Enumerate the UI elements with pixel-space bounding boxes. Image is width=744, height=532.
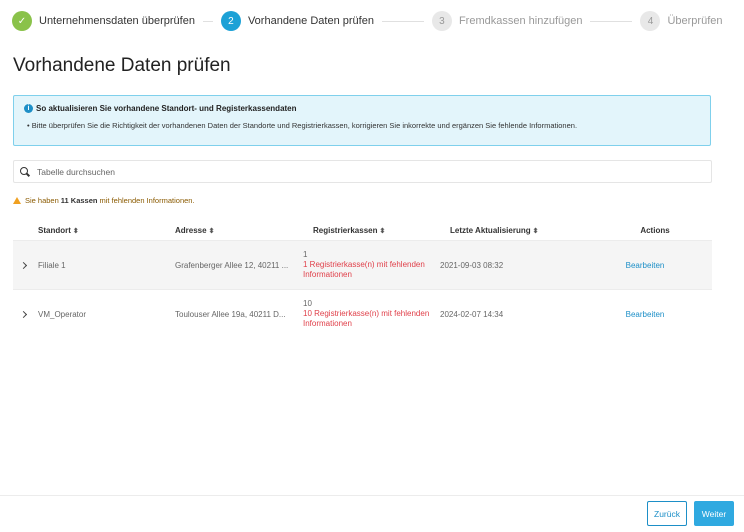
cell-adresse: Toulouser Allee 19a, 40211 D... bbox=[175, 309, 286, 319]
table-search[interactable] bbox=[13, 160, 712, 183]
step-4-label: Überprüfen bbox=[667, 15, 723, 27]
info-text: • Bitte überprüfen Sie die Richtigkeit d… bbox=[27, 121, 578, 130]
cell-standort: VM_Operator bbox=[38, 309, 87, 319]
info-header: i So aktualisieren Sie vorhandene Stando… bbox=[24, 104, 700, 113]
chevron-right-icon bbox=[19, 261, 28, 269]
column-header-standort[interactable]: Standort ⬍ bbox=[38, 226, 175, 235]
expand-row-button[interactable] bbox=[13, 261, 38, 270]
chevron-right-icon bbox=[19, 310, 28, 318]
edit-link[interactable]: Bearbeiten bbox=[626, 310, 665, 319]
step-3-number: 3 bbox=[431, 11, 452, 31]
sort-icon: ⬍ bbox=[532, 227, 539, 235]
search-input[interactable] bbox=[37, 166, 637, 177]
expand-row-button[interactable] bbox=[13, 310, 38, 319]
column-header-aktualisierung[interactable]: Letzte Aktualisierung ⬍ bbox=[450, 226, 605, 235]
sort-icon: ⬍ bbox=[72, 227, 79, 235]
sort-icon: ⬍ bbox=[208, 227, 215, 235]
step-1: ✓ Unternehmensdaten überprüfen bbox=[12, 11, 195, 31]
cell-actions: Bearbeiten bbox=[595, 310, 695, 319]
kassen-missing: 1 Registrierkasse(n) mit fehlenden Infor… bbox=[303, 260, 425, 279]
next-button[interactable]: Weiter bbox=[694, 501, 734, 526]
locations-table: Standort ⬍ Adresse ⬍ Registrierkassen ⬍ Let… bbox=[13, 220, 712, 338]
step-divider bbox=[202, 20, 213, 22]
page-title: Vorhandene Daten prüfen bbox=[13, 55, 231, 76]
cell-registrierkassen: 1 1 Registrierkasse(n) mit fehlenden Inf… bbox=[303, 250, 440, 280]
info-title: So aktualisieren Sie vorhandene Standort… bbox=[36, 104, 297, 113]
cell-registrierkassen: 10 10 Registrierkasse(n) mit fehlenden I… bbox=[303, 299, 440, 329]
cell-actions: Bearbeiten bbox=[595, 261, 695, 270]
search-icon bbox=[20, 166, 30, 177]
step-divider bbox=[590, 20, 633, 22]
step-4-number: 4 bbox=[640, 11, 661, 31]
step-3-label: Fremdkassen hinzufügen bbox=[458, 15, 583, 27]
table-row: VM_Operator Toulouser Allee 19a, 40211 D… bbox=[13, 289, 712, 338]
footer-divider bbox=[0, 495, 744, 496]
step-4: 4 Überprüfen bbox=[640, 11, 723, 31]
missing-info-warning: Sie haben 11 Kassen mit fehlenden Inform… bbox=[13, 196, 195, 205]
table-row: Filiale 1 Grafenberger Allee 12, 40211 .… bbox=[13, 240, 712, 289]
column-header-registrierkassen[interactable]: Registrierkassen ⬍ bbox=[313, 226, 450, 235]
cell-adresse: Grafenberger Allee 12, 40211 ... bbox=[175, 260, 289, 270]
warning-prefix: Sie haben bbox=[25, 196, 59, 205]
step-3: 3 Fremdkassen hinzufügen bbox=[431, 11, 583, 31]
step-2: 2 Vorhandene Daten prüfen bbox=[220, 11, 374, 31]
table-header: Standort ⬍ Adresse ⬍ Registrierkassen ⬍ Let… bbox=[13, 220, 712, 240]
wizard-stepper: ✓ Unternehmensdaten überprüfen 2 Vorhand… bbox=[12, 10, 732, 32]
info-box: i So aktualisieren Sie vorhandene Stando… bbox=[13, 95, 711, 146]
step-1-label: Unternehmensdaten überprüfen bbox=[39, 15, 195, 27]
cell-aktualisierung: 2024-02-07 14:34 bbox=[440, 309, 504, 319]
sort-icon: ⬍ bbox=[379, 227, 386, 235]
column-header-actions: Actions bbox=[640, 225, 670, 235]
step-divider bbox=[381, 20, 424, 22]
warning-icon bbox=[13, 197, 21, 204]
warning-suffix: mit fehlenden Informationen. bbox=[99, 196, 195, 205]
check-icon: ✓ bbox=[12, 11, 32, 31]
edit-link[interactable]: Bearbeiten bbox=[626, 261, 665, 270]
back-button[interactable]: Zurück bbox=[647, 501, 687, 526]
cell-aktualisierung: 2021-09-03 08:32 bbox=[440, 260, 504, 270]
info-icon: i bbox=[24, 104, 33, 113]
kassen-missing: 10 Registrierkasse(n) mit fehlenden Info… bbox=[303, 309, 430, 328]
step-2-label: Vorhandene Daten prüfen bbox=[247, 15, 374, 27]
step-2-number: 2 bbox=[220, 11, 241, 31]
kassen-count: 10 bbox=[303, 299, 312, 308]
cell-standort: Filiale 1 bbox=[38, 260, 66, 270]
column-header-adresse[interactable]: Adresse ⬍ bbox=[175, 226, 313, 235]
kassen-count: 1 bbox=[303, 250, 308, 259]
warning-count: 11 Kassen bbox=[60, 196, 98, 205]
